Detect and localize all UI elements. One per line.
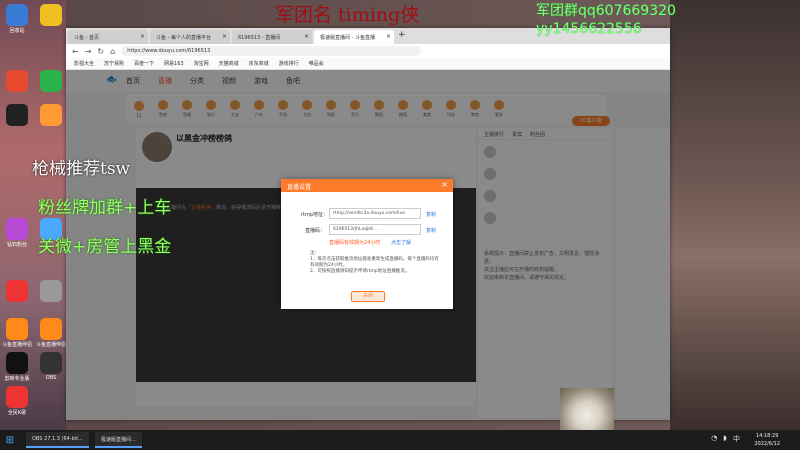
code-label: 直播码：	[305, 228, 326, 234]
close-tab-icon[interactable]: ×	[222, 33, 227, 40]
clock-date: 2022/6/12	[754, 441, 780, 447]
bookmark-item[interactable]: 苏宁易购	[104, 60, 124, 67]
note-line: 2、可按照直播须知提示申请rtmp地址直播推流。	[310, 269, 410, 274]
network-icon[interactable]: ◔	[711, 434, 717, 444]
dialog-header: 直播设置 ×	[281, 179, 453, 192]
bookmark-item[interactable]: 游戏排行	[279, 60, 299, 67]
app-icon-6[interactable]	[40, 104, 62, 126]
desktop-background-right	[670, 0, 800, 430]
app-icon-4[interactable]	[40, 70, 62, 92]
app-icon-7[interactable]	[6, 218, 28, 240]
copy-code-button[interactable]: 复制	[426, 227, 436, 234]
bookmarks-bar: 影视大全 苏宁易购 百度一下 网易163 淘宝网 天猫商城 京东商城 游戏排行 …	[66, 58, 670, 70]
bookmark-item[interactable]: 淘宝网	[194, 60, 209, 67]
input-method-icon[interactable]: 中	[733, 434, 740, 444]
chrome-icon[interactable]	[6, 70, 28, 92]
desktop-icon-label: 回收站	[9, 28, 25, 34]
close-icon[interactable]: ×	[441, 180, 448, 189]
bookmark-item[interactable]: 影视大全	[74, 60, 94, 67]
taskbar: ⊞ OBS 27.1.3 (64-bit... 极速版直播间... ◔ ◗ 中 …	[0, 430, 800, 450]
clock[interactable]: 14:18:29 2022/6/12	[754, 432, 780, 448]
taskbar-item-label: OBS 27.1.3 (64-bit...	[32, 436, 83, 442]
url-input[interactable]: https://www.douyu.com/6196513	[121, 46, 422, 56]
file-icon[interactable]	[40, 280, 62, 302]
desktop-icon-label: 钻石粉丝	[6, 242, 27, 248]
overlay-contact: 军团群qq607669320 yy1456622556	[536, 2, 676, 38]
dialog-title: 直播设置	[287, 184, 312, 191]
system-tray: ◔ ◗ 中	[711, 434, 740, 444]
reload-icon[interactable]: ↻	[97, 47, 104, 56]
overlay-line1: 枪械推荐tsw	[32, 159, 131, 179]
close-tab-icon[interactable]: ×	[304, 33, 309, 40]
close-tab-icon[interactable]: ×	[386, 33, 391, 40]
app-icon-2[interactable]	[40, 4, 62, 26]
overlay-line2: 粉丝牌加群+上车	[38, 198, 172, 218]
taskbar-item[interactable]: OBS 27.1.3 (64-bit...	[26, 432, 89, 448]
copy-rtmp-button[interactable]: 复制	[426, 211, 436, 218]
browser-tab[interactable]: 斗鱼 - 首页 ×	[68, 30, 148, 44]
netease-icon[interactable]	[6, 280, 28, 302]
douyu-icon-2[interactable]	[40, 318, 62, 340]
dialog-notes: 注： 1、每次点击获取推流地址都会重新生成直播码，每个直播码均有有效期为24小时…	[310, 251, 440, 275]
app-icon-15[interactable]	[6, 386, 28, 408]
bookmark-item[interactable]: 天猫商城	[219, 60, 239, 67]
desktop-icon-label: OBS	[45, 375, 57, 381]
desktop-icon-label: 斗鱼直播伴侣	[35, 342, 66, 348]
browser-tab-active[interactable]: 极速版直播间 - 斗鱼直播 ×	[314, 30, 394, 44]
bookmark-item[interactable]: 唯品会	[309, 60, 324, 67]
tab-label: 斗鱼 - 每个人的直播平台	[156, 35, 211, 41]
recycle-bin-icon[interactable]	[6, 4, 28, 26]
desktop-icon-label: 全民K歌	[7, 410, 27, 416]
tab-label: 斗鱼 - 首页	[74, 35, 99, 41]
douyu-icon[interactable]	[6, 318, 28, 340]
tab-label: 极速版直播间 - 斗鱼直播	[320, 35, 375, 41]
overlay-qq: 军团群qq607669320	[536, 3, 676, 19]
capcut-icon[interactable]	[6, 352, 28, 374]
bookmark-item[interactable]: 京东商城	[249, 60, 269, 67]
close-tab-icon[interactable]: ×	[140, 33, 145, 40]
volume-icon[interactable]: ◗	[723, 434, 727, 444]
stream-code-field[interactable]: 6196513rJhLxqb9...	[329, 224, 421, 235]
stream-settings-dialog: 直播设置 × rtmp地址： rtmp://sendtc3a.douyu.com…	[281, 179, 453, 309]
taskbar-item-label: 极速版直播间...	[100, 436, 136, 443]
forward-icon[interactable]: →	[85, 47, 92, 56]
tab-label: 6196513 - 直播间	[238, 35, 281, 41]
note-line: 1、每次点击获取推流地址都会重新生成直播码，每个直播码均有有效期为24小时。	[310, 257, 439, 268]
clock-time: 14:18:29	[755, 433, 779, 439]
browser-tab[interactable]: 6196513 - 直播间 ×	[232, 30, 312, 44]
expiry-warning: 直播码有效期为24小时	[329, 240, 381, 246]
new-tab-button[interactable]: +	[396, 30, 410, 44]
rtmp-label: rtmp地址：	[301, 212, 329, 218]
address-bar: ← → ↻ ⌂ https://www.douyu.com/6196513	[66, 44, 670, 58]
bookmark-item[interactable]: 网易163	[164, 60, 184, 67]
taskbar-item[interactable]: 极速版直播间...	[94, 432, 142, 448]
overlay-yy: yy1456622556	[536, 21, 642, 37]
dialog-confirm-button[interactable]: 关闭	[351, 291, 385, 302]
back-icon[interactable]: ←	[72, 47, 79, 56]
browser-tab[interactable]: 斗鱼 - 每个人的直播平台 ×	[150, 30, 230, 44]
rtmp-address-field[interactable]: rtmp://sendtc3a.douyu.com/live	[329, 208, 421, 219]
bookmark-item[interactable]: 百度一下	[134, 60, 154, 67]
obs-icon[interactable]	[40, 352, 62, 374]
home-icon[interactable]: ⌂	[110, 47, 115, 56]
overlay-line3: 关微+房管上黑金	[38, 237, 172, 257]
qq-icon[interactable]	[6, 104, 28, 126]
start-icon[interactable]: ⊞	[0, 430, 20, 450]
overlay-title: 军团名 timing侠	[275, 4, 420, 26]
learn-more-link[interactable]: 点击了解	[391, 239, 411, 246]
